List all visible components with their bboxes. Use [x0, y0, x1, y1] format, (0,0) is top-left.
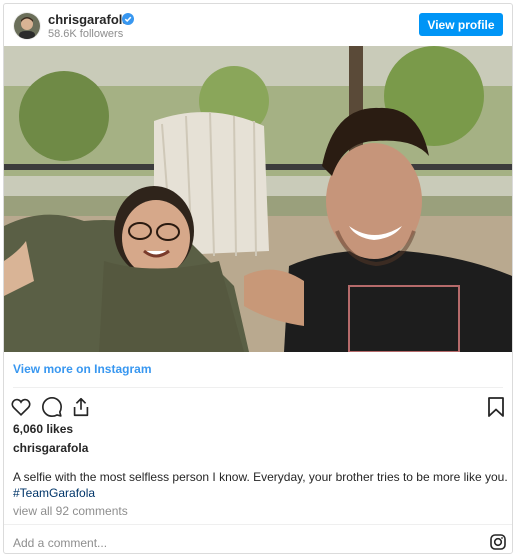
post-photo[interactable] — [4, 46, 512, 352]
avatar[interactable] — [13, 12, 41, 40]
caption-text: A selfie with the most selfless person I… — [13, 470, 508, 484]
footer-divider — [4, 524, 512, 525]
caption-username[interactable]: chrisgarafola — [13, 441, 88, 455]
followers-count: 58.6K followers — [48, 28, 124, 40]
hashtag-link[interactable]: #TeamGarafola — [13, 485, 508, 501]
bookmark-icon[interactable] — [486, 396, 506, 418]
divider — [13, 387, 503, 388]
heart-icon[interactable] — [10, 396, 32, 418]
username[interactable]: chrisgarafola — [48, 12, 130, 27]
post-header: chrisgarafola 58.6K followers View profi… — [4, 4, 512, 46]
instagram-embed-card: chrisgarafola 58.6K followers View profi… — [3, 3, 513, 554]
avatar-image — [14, 13, 40, 39]
instagram-icon[interactable] — [490, 534, 506, 550]
view-more-on-instagram-link[interactable]: View more on Instagram — [13, 362, 152, 376]
comment-icon[interactable] — [41, 396, 63, 418]
share-icon[interactable] — [70, 396, 92, 418]
view-profile-button[interactable]: View profile — [419, 13, 503, 36]
likes-count[interactable]: 6,060 likes — [13, 422, 73, 436]
add-comment-input[interactable]: Add a comment... — [13, 536, 107, 550]
verified-badge-icon — [122, 13, 134, 25]
selfie-photo — [4, 46, 512, 352]
view-all-comments-link[interactable]: view all 92 comments — [13, 504, 128, 518]
caption: A selfie with the most selfless person I… — [13, 469, 508, 501]
